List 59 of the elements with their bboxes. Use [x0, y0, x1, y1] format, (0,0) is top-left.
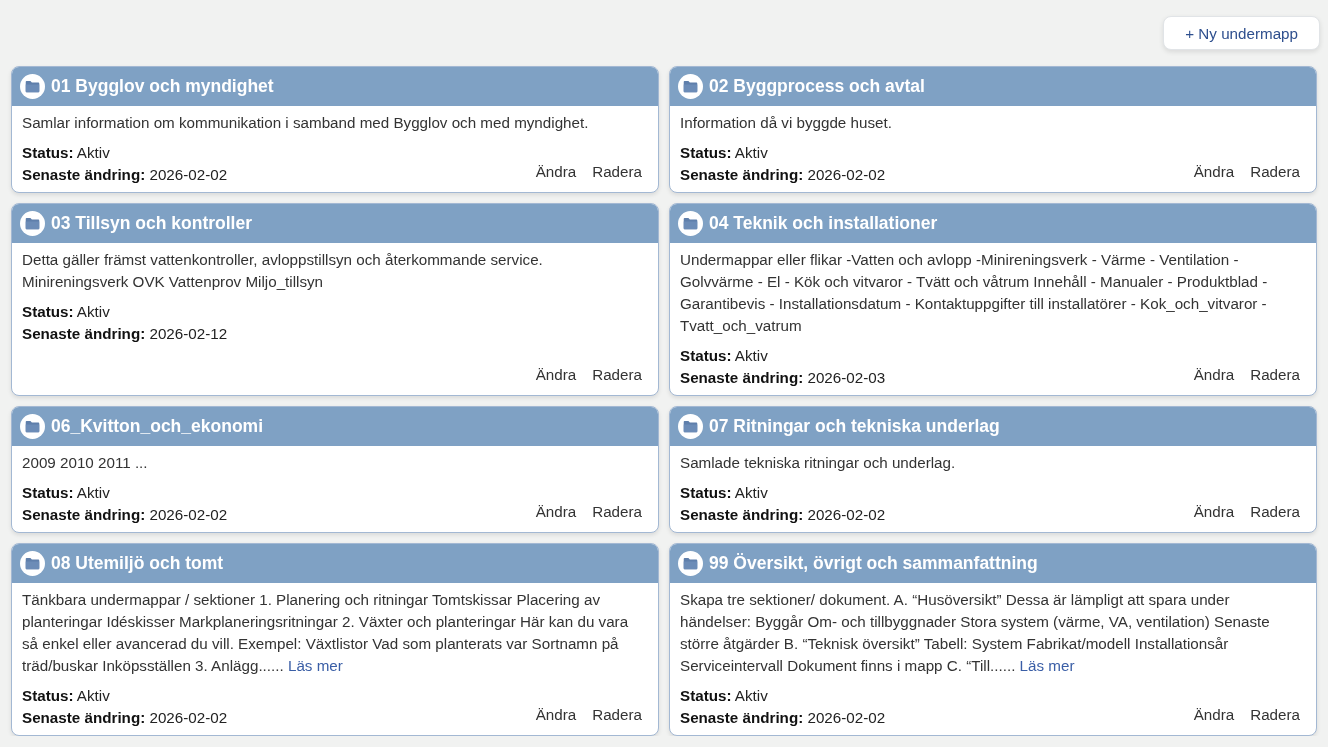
folder-description: Samlar information om kommunikation i samband med Bygglov och med myndighet. — [22, 113, 590, 133]
status-text: Status: Aktiv — [680, 483, 769, 503]
delete-button[interactable]: Radera — [1250, 705, 1300, 725]
folder-title: 08 Utemiljö och tomt — [51, 553, 224, 574]
last-modified-text: Senaste ändring: 2026-02-02 — [22, 707, 229, 728]
edit-button[interactable]: Ändra — [535, 365, 577, 385]
delete-button[interactable]: Radera — [592, 365, 642, 385]
read-more-link[interactable]: Läs mer — [287, 657, 343, 674]
delete-button[interactable]: Radera — [1250, 365, 1300, 385]
last-modified-text: Senaste ändring: 2026-02-02 — [680, 707, 887, 728]
last-modified-text: Senaste ändring: 2026-02-02 — [22, 164, 229, 185]
edit-button[interactable]: Ändra — [1193, 162, 1235, 182]
last-modified-text: Senaste ändring: 2026-02-02 — [22, 504, 229, 525]
folder-description: Information då vi byggde huset. — [680, 113, 893, 133]
edit-button[interactable]: Ändra — [535, 162, 577, 182]
folder-icon — [20, 74, 45, 99]
status-text: Status: Aktiv — [22, 686, 111, 706]
folder-icon — [678, 551, 703, 576]
edit-button[interactable]: Ändra — [535, 705, 577, 725]
folder-title: 99 Översikt, övrigt och sammanfattning — [709, 553, 1038, 574]
edit-button[interactable]: Ändra — [1193, 705, 1235, 725]
delete-button[interactable]: Radera — [592, 502, 642, 522]
new-subfolder-button[interactable]: + Ny undermapp — [1163, 16, 1320, 50]
folder-icon — [20, 414, 45, 439]
edit-button[interactable]: Ändra — [535, 502, 577, 522]
delete-button[interactable]: Radera — [592, 705, 642, 725]
last-modified-text: Senaste ändring: 2026-02-02 — [680, 164, 887, 185]
read-more-link[interactable]: Läs mer — [1019, 657, 1075, 674]
folder-title: 06_Kvitton_och_ekonomi — [51, 416, 263, 437]
folder-description: Undermappar eller flikar -Vatten och avlopp -Minireningsverk - Värme - Ventilation - Golvvärme - El - Kök och vitvaror - Tvätt och våtrum Innehåll - Manualer - Produktblad - Garantibevis - Installationsdatum - Kontaktuppgifter till installatörer - Kok_och_vitvaror - Tvatt_och_vatrum — [680, 250, 1269, 336]
folder-icon — [20, 551, 45, 576]
folder-description: Detta gäller främst vattenkontroller, avloppstillsyn och återkommande service. Minireningsverk OVK Vattenprov Miljo_tillsyn — [22, 250, 544, 292]
folder-description: 2009 2010 2011 ... — [22, 453, 149, 473]
delete-button[interactable]: Radera — [1250, 502, 1300, 522]
folder-description: Samlade tekniska ritningar och underlag. — [680, 453, 957, 473]
status-text: Status: Aktiv — [22, 483, 111, 503]
delete-button[interactable]: Radera — [1250, 162, 1300, 182]
folder-icon — [678, 74, 703, 99]
status-text: Status: Aktiv — [680, 346, 769, 366]
folder-description: Tänkbara undermappar / sektioner 1. Planering och ritningar Tomtskissar Placering av planteringar Idéskisser Markplaneringsritningar 2. Växter och planteringar Här kan du vara så enkel eller avancerad du vill. Exempel: Växtlistor Vad som planterats var Sortnamn på träd/buskar Inköpsställen 3. Anlägg...... Läs mer — [22, 590, 630, 676]
folder-icon — [678, 211, 703, 236]
folder-title: 07 Ritningar och tekniska underlag — [709, 416, 1000, 437]
folder-title: 02 Byggprocess och avtal — [709, 76, 925, 97]
status-text: Status: Aktiv — [680, 686, 769, 706]
folder-description: Skapa tre sektioner/ dokument. A. “Husöversikt” Dessa är lämpligt att spara under händelser: Byggår Om- och tillbyggnader Stora system (värme, VA, ventilation) Senaste större åtgärder B. “Teknisk översikt” Tabell: System Fabrikat/modell Installationsår Serviceintervall Dokument finns i mapp C. “Till...... Läs mer — [680, 590, 1271, 676]
folder-icon — [20, 211, 45, 236]
folder-title: 04 Teknik och installationer — [709, 213, 938, 234]
last-modified-text: Senaste ändring: 2026-02-02 — [680, 504, 887, 525]
edit-button[interactable]: Ändra — [1193, 365, 1235, 385]
delete-button[interactable]: Radera — [592, 162, 642, 182]
edit-button[interactable]: Ändra — [1193, 502, 1235, 522]
folder-icon — [678, 414, 703, 439]
status-text: Status: Aktiv — [22, 302, 111, 322]
folder-title: 03 Tillsyn och kontroller — [51, 213, 252, 234]
folder-title: 01 Bygglov och myndighet — [51, 76, 274, 97]
status-text: Status: Aktiv — [680, 143, 769, 163]
last-modified-text: Senaste ändring: 2026-02-03 — [680, 367, 887, 388]
status-text: Status: Aktiv — [22, 143, 111, 163]
last-modified-text: Senaste ändring: 2026-02-12 — [22, 323, 229, 344]
